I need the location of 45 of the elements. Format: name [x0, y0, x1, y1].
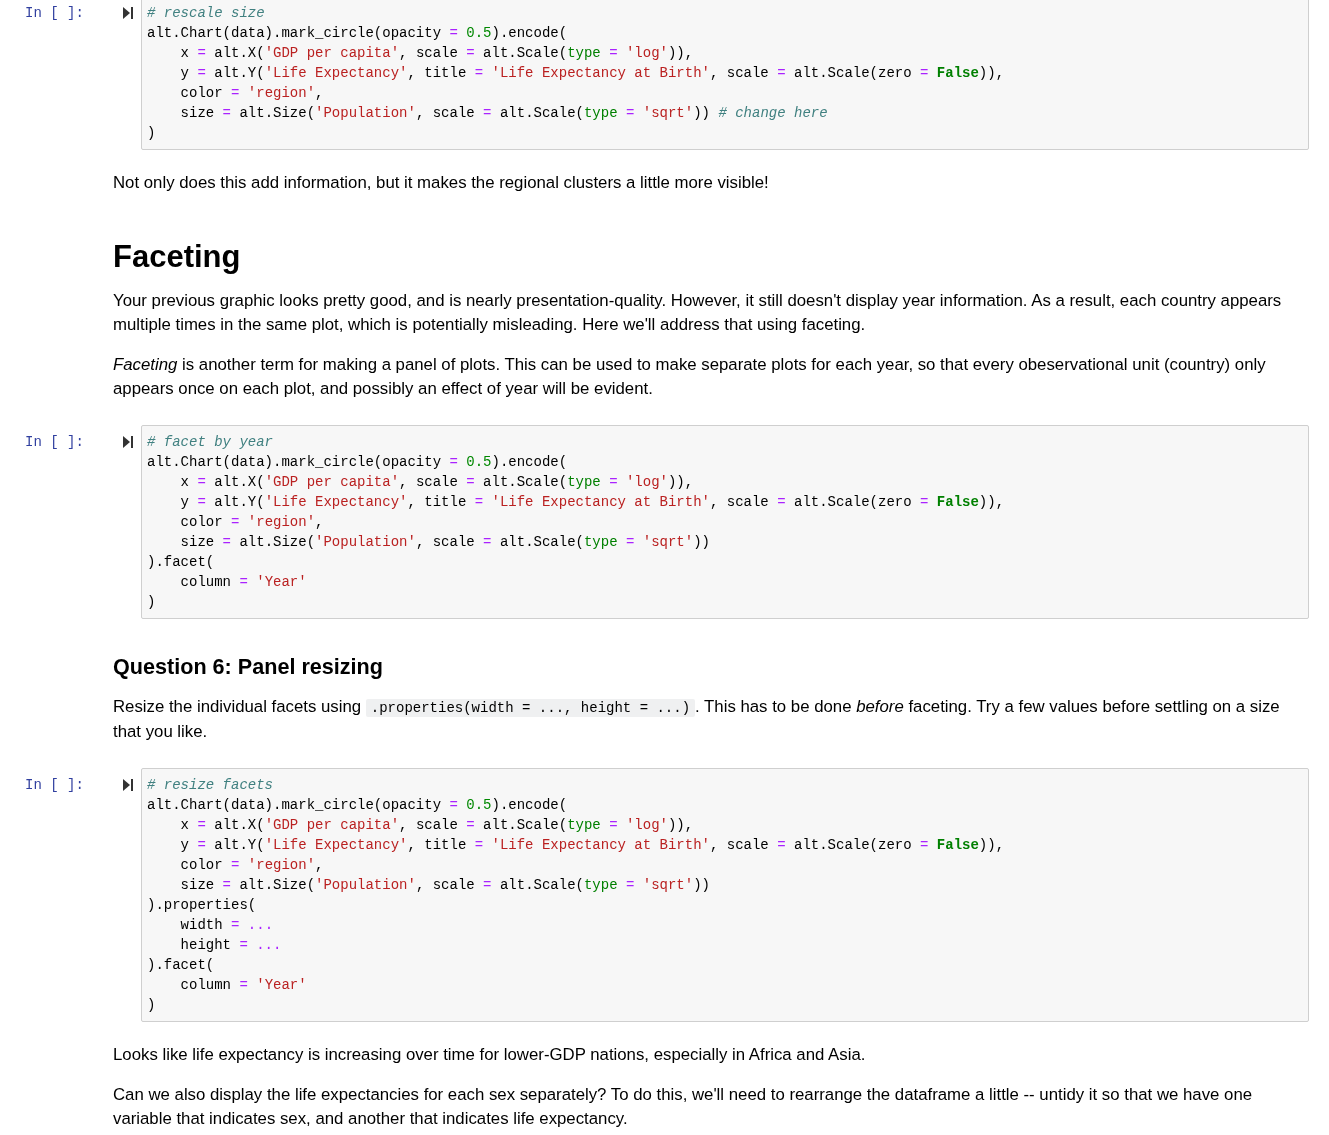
- step-forward-icon[interactable]: [123, 779, 133, 791]
- paragraph-text: Can we also display the life expectancies for each sex separately? To do this, we'll need to rearrange the dataframe a little -- untidy it so that we have one variable that indicates sex, and another that indicates life expectancy.: [113, 1084, 1254, 1130]
- question-heading: Question 6: Panel resizing: [113, 653, 384, 681]
- code-line: y = alt.Y('Life Expectancy', title = 'Life Expectancy at Birth', scale = alt.Scale(zero = False)),: [179, 64, 1006, 83]
- code-line: y = alt.Y('Life Expectancy', title = 'Life Expectancy at Birth', scale = alt.Scale(zero = False)),: [179, 836, 1006, 855]
- code-cell[interactable]: [141, 0, 1309, 150]
- code-line: alt.Chart(data).mark_circle(opacity = 0.5).encode(: [147, 796, 569, 815]
- code-line: color = 'region',: [179, 513, 325, 532]
- code-line: ).facet(: [147, 553, 216, 572]
- code-line: # rescale size: [147, 4, 266, 23]
- paragraph-text: Looks like life expectancy is increasing over time for lower-GDP nations, especially in Africa and Asia.: [113, 1044, 867, 1066]
- code-line: # facet by year: [147, 433, 275, 452]
- code-line: x = alt.X('GDP per capita', scale = alt.Scale(type = 'log')),: [179, 44, 695, 63]
- step-forward-icon[interactable]: [123, 436, 133, 448]
- code-line: size = alt.Size('Population', scale = alt.Scale(type = 'sqrt')): [179, 533, 711, 552]
- step-forward-icon[interactable]: [123, 7, 133, 19]
- code-line: y = alt.Y('Life Expectancy', title = 'Life Expectancy at Birth', scale = alt.Scale(zero = False)),: [179, 493, 1006, 512]
- code-line: alt.Chart(data).mark_circle(opacity = 0.5).encode(: [147, 24, 569, 43]
- paragraph-text: Faceting is another term for making a panel of plots. This can be used to make separate plots for each year, so that every obeservational unit (country) only appears once on each plot, and possibly an effect of year will be evident.: [113, 354, 1267, 400]
- code-line: # resize facets: [147, 776, 275, 795]
- cell-prompt: In [ ]:: [24, 4, 85, 23]
- cell-prompt: In [ ]:: [24, 776, 85, 795]
- code-line: ): [147, 124, 157, 143]
- code-line: ): [147, 996, 157, 1015]
- code-line: width = ...: [179, 916, 275, 935]
- code-line: size = alt.Size('Population', scale = alt.Scale(type = 'sqrt')): [179, 876, 711, 895]
- code-line: x = alt.X('GDP per capita', scale = alt.Scale(type = 'log')),: [179, 816, 695, 835]
- code-line: alt.Chart(data).mark_circle(opacity = 0.5).encode(: [147, 453, 569, 472]
- section-heading: Faceting: [113, 239, 242, 275]
- code-line: color = 'region',: [179, 84, 325, 103]
- code-line: column = 'Year': [179, 573, 308, 592]
- code-line: ): [147, 593, 157, 612]
- code-line: height = ...: [179, 936, 283, 955]
- paragraph-text: Not only does this add information, but it makes the regional clusters a little more visible!: [113, 172, 770, 194]
- code-line: color = 'region',: [179, 856, 325, 875]
- code-cell[interactable]: [141, 768, 1309, 1022]
- code-line: ).facet(: [147, 956, 216, 975]
- code-line: x = alt.X('GDP per capita', scale = alt.Scale(type = 'log')),: [179, 473, 695, 492]
- code-cell[interactable]: [141, 425, 1309, 619]
- code-line: column = 'Year': [179, 976, 308, 995]
- code-line: size = alt.Size('Population', scale = alt.Scale(type = 'sqrt')) # change here: [179, 104, 829, 123]
- code-line: ).properties(: [147, 896, 258, 915]
- paragraph-text: Resize the individual facets using .properties(width = ..., height = ...) . This has to be done before faceting. Try a few values before settling on a size that you like.: [113, 696, 1281, 743]
- paragraph-text: Your previous graphic looks pretty good, and is nearly presentation-quality. However, it still doesn't display year information. As a result, each country appears multiple times in the same plot, which is potentially misleading. Here we'll address that using faceting.: [113, 290, 1283, 336]
- cell-prompt: In [ ]:: [24, 433, 85, 452]
